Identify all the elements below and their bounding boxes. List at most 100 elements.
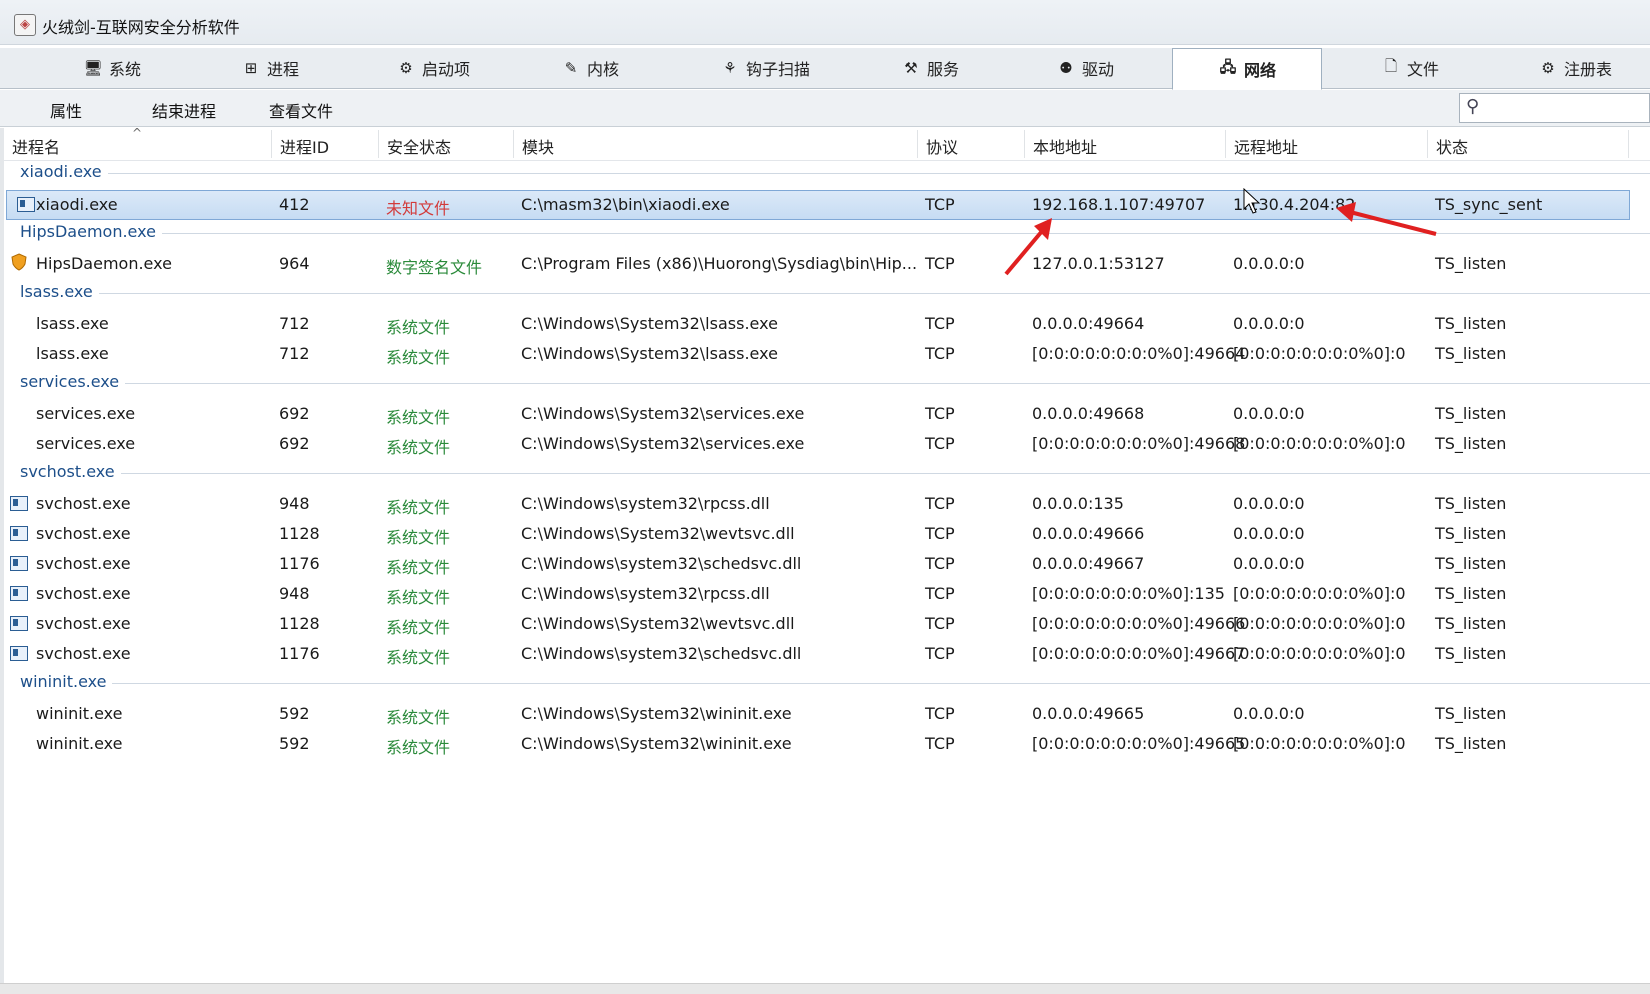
process-window-icon [10,556,28,571]
column-divider[interactable] [1024,130,1025,158]
remote-address: [0:0:0:0:0:0:0:0%0]:0 [1233,434,1406,453]
process-name: HipsDaemon.exe [36,254,172,273]
process-id: 964 [279,254,310,273]
col-protocol[interactable]: 协议 [926,134,958,158]
col-module[interactable]: 模块 [522,134,554,158]
tab-kernel[interactable]: ✎ 内核 [530,50,650,86]
table-row[interactable]: svchost.exe 1176 系统文件 C:\Windows\system32\s… [0,550,1650,578]
table-row[interactable]: svchost.exe 1128 系统文件 C:\Windows\System32\w… [0,520,1650,548]
connection-state: TS_listen [1435,434,1507,453]
table-row[interactable]: svchost.exe 948 系统文件 C:\Windows\system32\rp… [0,490,1650,518]
col-process-name[interactable]: 进程名 [12,134,60,158]
process-group[interactable]: xiaodi.exe [0,160,1650,184]
end-process-button[interactable]: 结束进程 [152,98,216,122]
group-name: wininit.exe [20,672,113,691]
module-path: C:\Windows\System32\lsass.exe [521,344,778,363]
security-status: 系统文件 [386,528,451,547]
process-name: services.exe [36,404,136,423]
tab-label: 内核 [586,60,619,79]
process-group[interactable]: services.exe [0,370,1650,394]
local-address: [0:0:0:0:0:0:0:0%0]:49665 [1032,734,1246,753]
column-divider[interactable] [513,130,514,158]
tab-network[interactable]: 🖧 网络 [1172,48,1322,90]
column-divider[interactable] [1225,130,1226,158]
column-divider[interactable] [1628,130,1629,158]
tab-registry[interactable]: ⚙ 注册表 [1510,50,1640,86]
col-local-address[interactable]: 本地地址 [1033,134,1097,158]
group-name: svchost.exe [20,462,121,481]
column-divider[interactable] [1427,130,1428,158]
protocol: TCP [925,704,955,723]
process-name: services.exe [36,434,136,453]
table-row[interactable]: lsass.exe 712 系统文件 C:\Windows\System32\lsas… [0,340,1650,368]
col-remote-address[interactable]: 远程地址 [1234,134,1298,158]
horizontal-scrollbar[interactable] [0,983,1650,994]
tab-drivers[interactable]: ⚉ 驱动 [1025,50,1145,86]
table-row[interactable]: wininit.exe 592 系统文件 C:\Windows\System32\wi… [0,700,1650,728]
tab-system[interactable]: 🖥 系统 [52,50,172,86]
tab-process[interactable]: ⊞ 进程 [210,50,330,86]
remote-address: [0:0:0:0:0:0:0:0%0]:0 [1233,584,1406,603]
monitor-icon: 🖥 [83,59,103,77]
col-pid[interactable]: 进程ID [280,134,329,158]
tab-startup[interactable]: ⚙ 启动项 [373,50,493,86]
security-status: 系统文件 [386,588,451,607]
process-name: svchost.exe [36,554,131,573]
security-status: 系统文件 [386,648,451,667]
annotation-arrow-local [1004,218,1052,276]
process-group[interactable]: svchost.exe [0,460,1650,484]
wrench-icon: ✎ [564,59,578,77]
col-state[interactable]: 状态 [1436,134,1468,158]
process-id: 948 [279,584,310,603]
column-divider[interactable] [917,130,918,158]
connection-state: TS_listen [1435,344,1507,363]
table-row[interactable]: services.exe 692 系统文件 C:\Windows\System32\s… [0,430,1650,458]
remote-address: 0.0.0.0:0 [1233,554,1305,573]
col-security[interactable]: 安全状态 [387,134,451,158]
local-address: [0:0:0:0:0:0:0:0%0]:49667 [1032,644,1246,663]
process-name: svchost.exe [36,584,131,603]
module-path: C:\Windows\System32\lsass.exe [521,314,778,333]
view-file-button[interactable]: 查看文件 [269,98,333,122]
security-status: 系统文件 [386,738,451,757]
process-id: 1176 [279,554,320,573]
column-divider[interactable] [378,130,379,158]
process-group[interactable]: wininit.exe [0,670,1650,694]
table-row[interactable]: lsass.exe 712 系统文件 C:\Windows\System32\lsas… [0,310,1650,338]
local-address: 0.0.0.0:135 [1032,494,1124,513]
table-row[interactable]: services.exe 692 系统文件 C:\Windows\System32\s… [0,400,1650,428]
module-path: C:\Program Files (x86)\Huorong\Sysdiag\b… [521,254,918,273]
protocol: TCP [925,254,955,273]
tab-files[interactable]: 🗋 文件 [1350,50,1470,86]
search-input[interactable]: ⚲ [1459,93,1650,123]
tab-label: 服务 [926,60,959,79]
process-name: svchost.exe [36,644,131,663]
column-divider[interactable] [271,130,272,158]
local-address: 0.0.0.0:49668 [1032,404,1145,423]
tab-services[interactable]: ⚒ 服务 [870,50,990,86]
table-row[interactable]: svchost.exe 1176 系统文件 C:\Windows\system32\s… [0,640,1650,668]
group-divider [20,683,1650,684]
column-header: 进程名 ^ 进程ID 安全状态 模块 协议 本地地址 远程地址 状态 [0,126,1650,161]
process-group[interactable]: lsass.exe [0,280,1650,304]
table-row[interactable]: HipsDaemon.exe 964 数字签名文件 C:\Program Files … [0,250,1650,278]
tab-label: 启动项 [421,60,470,79]
mouse-cursor [1243,188,1261,214]
table-row[interactable]: wininit.exe 592 系统文件 C:\Windows\System32\wi… [0,730,1650,758]
group-divider [20,473,1650,474]
process-name: svchost.exe [36,524,131,543]
tab-hook-scan[interactable]: ⚘ 钩子扫描 [700,50,830,86]
tab-label: 系统 [108,60,141,79]
table-row[interactable]: svchost.exe 1128 系统文件 C:\Windows\System32\w… [0,610,1650,638]
process-id: 712 [279,344,310,363]
process-id: 1128 [279,524,320,543]
process-window-icon [10,496,28,511]
process-id: 692 [279,404,310,423]
local-address: 0.0.0.0:49667 [1032,554,1145,573]
protocol: TCP [925,554,955,573]
action-toolbar: 属性 结束进程 查看文件 [0,90,1650,127]
module-path: C:\Windows\System32\wevtsvc.dll [521,524,795,543]
table-row[interactable]: svchost.exe 948 系统文件 C:\Windows\system32\rp… [0,580,1650,608]
properties-button[interactable]: 属性 [50,98,82,122]
services-icon: ⚒ [904,59,918,77]
